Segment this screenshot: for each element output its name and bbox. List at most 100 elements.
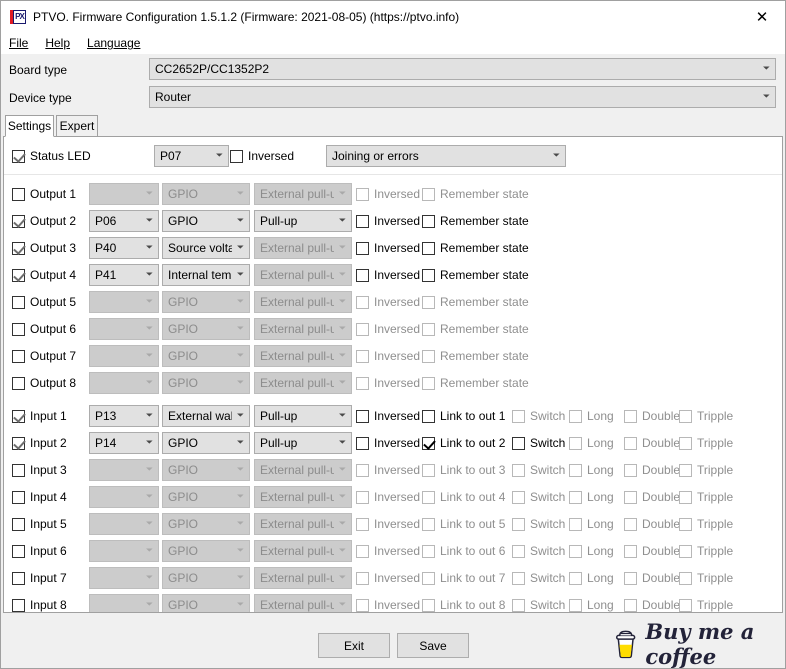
input-2-pin-select[interactable]: P14 ⏷ — [89, 432, 159, 454]
output-1-enable-checkbox[interactable]: Output 1 — [12, 185, 76, 203]
output-4-inversed-checkbox[interactable]: Inversed — [356, 266, 420, 284]
input-3-enable-checkbox[interactable]: Input 3 — [12, 461, 67, 479]
output-2-inversed-checkbox[interactable]: Inversed — [356, 212, 420, 230]
input-7-inversed-checkbox: Inversed — [356, 569, 420, 587]
coffee-cup-icon — [615, 630, 636, 659]
checkbox-box — [422, 544, 435, 558]
output-2-pin-select[interactable]: P06 ⏷ — [89, 210, 159, 232]
checkbox-box — [12, 376, 25, 390]
output-7-enable-checkbox[interactable]: Output 7 — [12, 347, 76, 365]
checkbox-box — [679, 544, 692, 558]
output-7-pin-select-value — [95, 346, 141, 366]
chevron-down-icon: ⏷ — [338, 411, 347, 421]
input-3-pin-select-value — [95, 460, 141, 480]
output-3-pin-select[interactable]: P40 ⏷ — [89, 237, 159, 259]
input-5-switch-checkbox-label: Switch — [530, 517, 566, 531]
input-7-enable-checkbox[interactable]: Input 7 — [12, 569, 67, 587]
output-4-enable-checkbox[interactable]: Output 4 — [12, 266, 76, 284]
close-icon[interactable]: ✕ — [739, 1, 785, 32]
output-6-enable-checkbox[interactable]: Output 6 — [12, 320, 76, 338]
input-1-pin-select[interactable]: P13 ⏷ — [89, 405, 159, 427]
input-4-inversed-checkbox-label: Inversed — [374, 490, 421, 504]
output-4-remember-checkbox[interactable]: Remember state — [422, 266, 529, 284]
output-3-enable-checkbox[interactable]: Output 3 — [12, 239, 76, 257]
status-led-pin-select[interactable]: P07 ⏷ — [154, 145, 229, 167]
input-6-enable-checkbox[interactable]: Input 6 — [12, 542, 67, 560]
input-2-pull-select[interactable]: Pull-up ⏷ — [254, 432, 352, 454]
board-type-select[interactable]: CC2652P/CC1352P2 ⏷ — [149, 58, 776, 80]
output-8-pull-select: External pull-up ⏷ — [254, 372, 352, 394]
checkbox-box — [569, 544, 582, 558]
chevron-down-icon: ⏷ — [552, 151, 561, 161]
input-1-type-select[interactable]: External wake ⏷ — [162, 405, 250, 427]
output-3-pull-select: External pull-up ⏷ — [254, 237, 352, 259]
input-row-5: Input 5 ⏷ GPIO ⏷ External pull-up ⏷ Inversed L… — [4, 511, 782, 538]
input-8-pull-select: External pull-up ⏷ — [254, 594, 352, 612]
input-5-pin-select: ⏷ — [89, 513, 159, 535]
status-led-inversed-checkbox[interactable]: Inversed — [230, 147, 294, 165]
output-6-remember-checkbox-label: Remember state — [440, 322, 529, 336]
output-4-type-select[interactable]: Internal tempe ⏷ — [162, 264, 250, 286]
input-2-switch-checkbox[interactable]: Switch — [512, 434, 565, 452]
input-7-pin-select-value — [95, 568, 141, 588]
input-5-enable-checkbox[interactable]: Input 5 — [12, 515, 67, 533]
input-3-double-checkbox: Double — [624, 461, 680, 479]
input-4-long-checkbox-label: Long — [587, 490, 614, 504]
exit-button[interactable]: Exit — [318, 633, 390, 658]
input-2-pin-select-value: P14 — [95, 436, 117, 450]
output-5-pull-select-value: External pull-up — [260, 295, 334, 309]
status-led-checkbox[interactable]: Status LED — [12, 147, 91, 165]
menu-item-language[interactable]: Language — [87, 34, 149, 52]
menu-item-file[interactable]: File — [9, 34, 37, 52]
output-3-inversed-checkbox[interactable]: Inversed — [356, 239, 420, 257]
output-1-pull-select-value: External pull-up — [260, 187, 334, 201]
device-type-label: Device type — [9, 91, 72, 105]
input-3-tripple-checkbox: Tripple — [679, 461, 733, 479]
output-2-enable-checkbox[interactable]: Output 2 — [12, 212, 76, 230]
output-2-pull-select[interactable]: Pull-up ⏷ — [254, 210, 352, 232]
status-led-mode-select[interactable]: Joining or errors ⏷ — [326, 145, 566, 167]
checkbox-box — [356, 349, 369, 363]
chevron-down-icon: ⏷ — [236, 492, 245, 502]
output-8-inversed-checkbox: Inversed — [356, 374, 420, 392]
input-2-type-select[interactable]: GPIO ⏷ — [162, 432, 250, 454]
checkbox-box — [422, 376, 435, 390]
buy-me-a-coffee-banner[interactable]: Buy me a coffee — [613, 619, 785, 668]
input-1-pull-select[interactable]: Pull-up ⏷ — [254, 405, 352, 427]
input-1-enable-checkbox[interactable]: Input 1 — [12, 407, 67, 425]
tab-settings[interactable]: Settings — [5, 115, 54, 137]
input-4-enable-checkbox[interactable]: Input 4 — [12, 488, 67, 506]
output-3-inversed-checkbox-label: Inversed — [374, 241, 421, 255]
output-3-remember-checkbox[interactable]: Remember state — [422, 239, 529, 257]
output-5-enable-checkbox[interactable]: Output 5 — [12, 293, 76, 311]
checkbox-box — [422, 241, 435, 255]
checkbox-box — [12, 409, 25, 423]
input-2-link-checkbox[interactable]: Link to out 2 — [422, 434, 505, 452]
input-7-pull-select-value: External pull-up — [260, 571, 334, 585]
input-6-inversed-checkbox-label: Inversed — [374, 544, 421, 558]
output-3-type-select[interactable]: Source voltag ⏷ — [162, 237, 250, 259]
output-row-7: Output 7 ⏷ GPIO ⏷ External pull-up ⏷ Inversed… — [4, 343, 782, 370]
input-2-inversed-checkbox[interactable]: Inversed — [356, 434, 420, 452]
output-8-enable-checkbox[interactable]: Output 8 — [12, 374, 76, 392]
input-1-link-checkbox[interactable]: Link to out 1 — [422, 407, 505, 425]
input-1-tripple-checkbox: Tripple — [679, 407, 733, 425]
tab-expert[interactable]: Expert — [56, 115, 98, 136]
input-1-inversed-checkbox[interactable]: Inversed — [356, 407, 420, 425]
output-7-type-select-value: GPIO — [168, 349, 199, 363]
save-button[interactable]: Save — [397, 633, 469, 658]
input-2-enable-checkbox[interactable]: Input 2 — [12, 434, 67, 452]
menu-help-label: Help — [45, 36, 71, 50]
output-5-remember-checkbox: Remember state — [422, 293, 529, 311]
input-3-switch-checkbox: Switch — [512, 461, 565, 479]
output-2-remember-checkbox[interactable]: Remember state — [422, 212, 529, 230]
settings-scroll-panel[interactable]: Status LED P07 ⏷ Inversed Joining or err… — [3, 136, 783, 613]
menu-item-help[interactable]: Help — [45, 34, 79, 52]
input-8-enable-checkbox[interactable]: Input 8 — [12, 596, 67, 612]
device-type-select[interactable]: Router ⏷ — [149, 86, 776, 108]
output-2-type-select[interactable]: GPIO ⏷ — [162, 210, 250, 232]
chevron-down-icon: ⏷ — [145, 297, 154, 307]
output-4-pin-select[interactable]: P41 ⏷ — [89, 264, 159, 286]
input-2-inversed-checkbox-label: Inversed — [374, 436, 421, 450]
checkbox-box — [356, 268, 369, 282]
